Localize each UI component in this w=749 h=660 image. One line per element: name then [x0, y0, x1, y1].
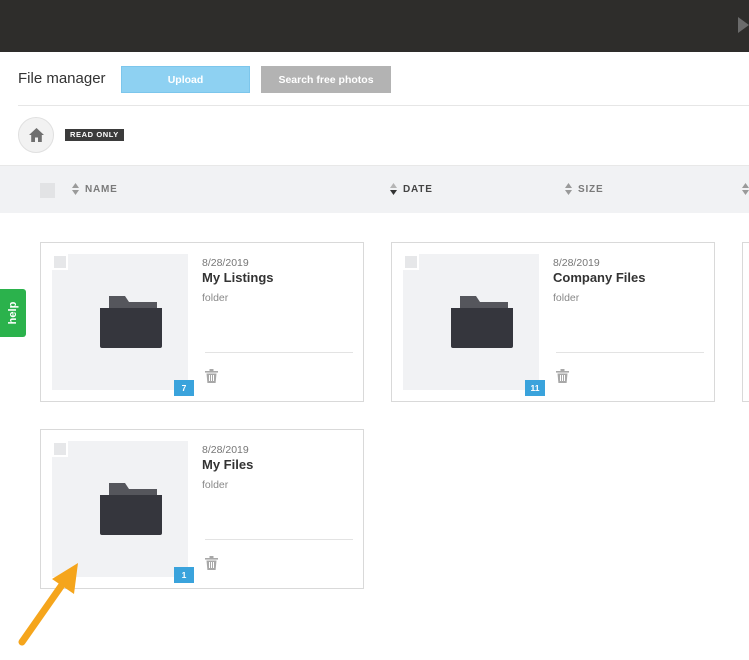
folder-card-partial[interactable]: [742, 242, 749, 402]
select-checkbox[interactable]: [52, 441, 68, 457]
sort-icon: [72, 183, 79, 195]
annotation-arrow-icon: [18, 563, 78, 646]
folder-name[interactable]: My Files: [202, 457, 253, 472]
item-count-badge: 11: [525, 380, 545, 396]
name-column-label: NAME: [85, 183, 118, 195]
folder-thumbnail[interactable]: 11: [403, 254, 545, 396]
divider: [18, 105, 749, 106]
folder-card[interactable]: 7 8/28/2019 My Listings folder: [40, 242, 364, 402]
select-checkbox[interactable]: [52, 254, 68, 270]
folder-icon: [100, 483, 162, 535]
folder-name[interactable]: My Listings: [202, 270, 274, 285]
help-label: help: [7, 301, 19, 325]
folder-thumbnail[interactable]: 1: [52, 441, 194, 583]
date-column-header[interactable]: DATE: [390, 183, 433, 195]
trash-icon[interactable]: [205, 556, 218, 570]
folder-icon: [451, 296, 513, 348]
folder-type: folder: [202, 292, 229, 304]
column-header: NAME DATE SIZE: [0, 165, 749, 213]
folder-card[interactable]: 1 8/28/2019 My Files folder: [40, 429, 364, 589]
divider: [205, 352, 353, 353]
folder-icon: [100, 296, 162, 348]
sort-icon: [565, 183, 572, 195]
item-count-badge: 7: [174, 380, 194, 396]
search-free-photos-button[interactable]: Search free photos: [261, 66, 391, 93]
folder-name[interactable]: Company Files: [553, 270, 645, 285]
upload-button[interactable]: Upload: [121, 66, 250, 93]
item-count-badge: 1: [174, 567, 194, 583]
name-column-header[interactable]: NAME: [72, 183, 118, 195]
home-button[interactable]: [18, 117, 54, 153]
sort-icon: [742, 183, 749, 195]
folder-thumbnail[interactable]: 7: [52, 254, 194, 396]
read-only-badge: READ ONLY: [65, 129, 124, 141]
divider: [556, 352, 704, 353]
size-column-label: SIZE: [578, 183, 604, 195]
extra-column-header[interactable]: [742, 183, 749, 195]
sort-desc-icon: [390, 183, 397, 195]
folder-date: 8/28/2019: [202, 444, 249, 456]
select-all-checkbox[interactable]: [40, 183, 55, 198]
folder-type: folder: [553, 292, 580, 304]
divider: [205, 539, 353, 540]
help-tab[interactable]: help: [0, 289, 26, 337]
top-bar: [0, 0, 749, 52]
folder-card[interactable]: 11 8/28/2019 Company Files folder: [391, 242, 715, 402]
size-column-header[interactable]: SIZE: [565, 183, 603, 195]
folder-type: folder: [202, 479, 229, 491]
trash-icon[interactable]: [205, 369, 218, 383]
folder-date: 8/28/2019: [553, 257, 600, 269]
date-column-label: DATE: [403, 183, 433, 195]
trash-icon[interactable]: [556, 369, 569, 383]
select-checkbox[interactable]: [403, 254, 419, 270]
play-arrow-icon[interactable]: [738, 17, 749, 33]
home-icon: [29, 128, 44, 142]
folder-date: 8/28/2019: [202, 257, 249, 269]
page-title: File manager: [18, 70, 106, 87]
